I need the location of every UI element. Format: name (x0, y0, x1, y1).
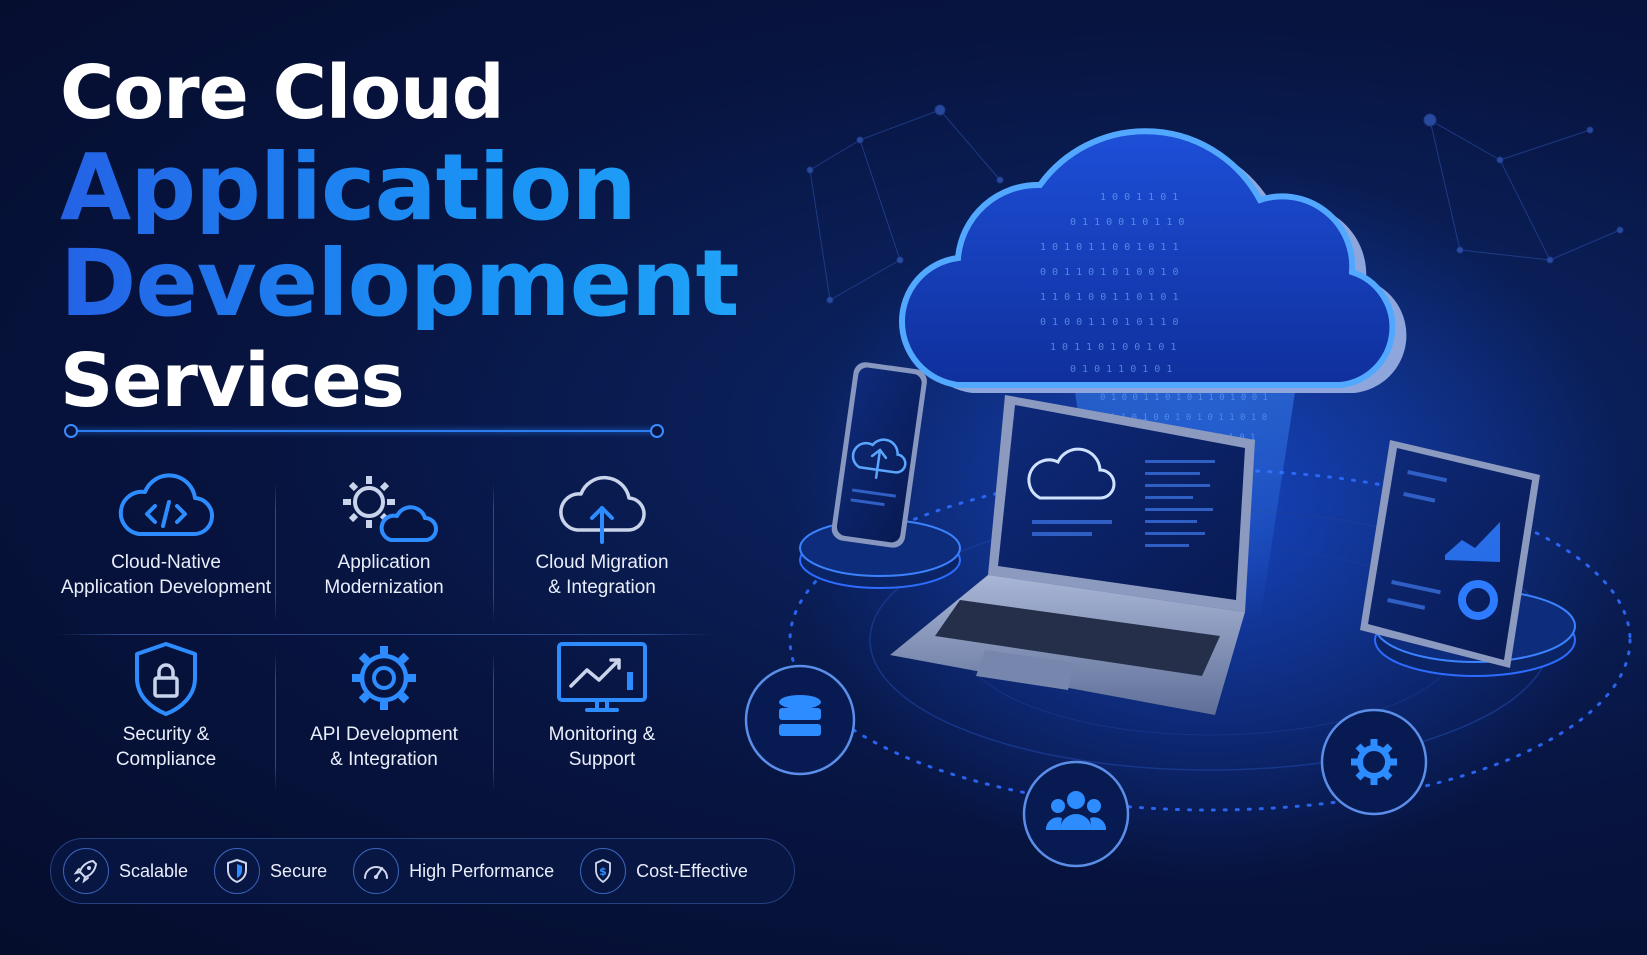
service-label: Monitoring & Support (548, 724, 656, 770)
service-monitoring: Monitoring & Support (492, 640, 712, 772)
benefits-bar: Scalable Secure High Performance $ Cost-… (50, 838, 795, 904)
settings-node (1320, 708, 1428, 816)
services-grid: Cloud-Native Application Development App… (56, 472, 712, 792)
headline-line-1: Core Cloud (60, 50, 505, 136)
svg-text:0 0 1 1 0 1 0 1 0 0 1 0: 0 0 1 1 0 1 0 1 0 0 1 0 (1040, 267, 1178, 278)
headline-line-4: Services (60, 338, 405, 424)
benefit-performance: High Performance (353, 848, 554, 894)
benefit-secure: Secure (214, 848, 327, 894)
svg-text:1 1 0 1 0 0 1 1 0 1 0 1: 1 1 0 1 0 0 1 1 0 1 0 1 (1040, 292, 1178, 303)
svg-text:1 0 0 1 1 0 1: 1 0 0 1 1 0 1 (1100, 192, 1178, 203)
dollar-icon: $ (595, 859, 612, 883)
service-label: Cloud Migration & Integration (535, 552, 669, 598)
headline-divider (64, 424, 664, 438)
benefit-label: Scalable (119, 860, 189, 881)
team-node (1022, 760, 1130, 868)
service-modernization: Application Modernization (274, 472, 494, 600)
svg-text:1 0 1 0 1 1 0 0 1 0 1 1: 1 0 1 0 1 1 0 0 1 0 1 1 (1040, 242, 1178, 253)
benefit-label: Cost-Effective (636, 860, 748, 881)
headline: Core Cloud Application Development Servi… (60, 56, 760, 418)
service-label: Cloud-Native Application Development (60, 552, 272, 598)
cloud-code-icon (118, 473, 215, 537)
service-label: Security & Compliance (115, 724, 217, 770)
rocket-icon (73, 860, 97, 884)
svg-text:0 1 0 1 1 0 1 0 1: 0 1 0 1 1 0 1 0 1 (1070, 364, 1172, 375)
svg-text:0 1 0 0 1 1 0 1 0 1 1 0: 0 1 0 0 1 1 0 1 0 1 1 0 (1040, 317, 1178, 328)
svg-text:0 1 1 0 0 1 0 1 1 0: 0 1 1 0 0 1 0 1 1 0 (1070, 217, 1184, 228)
benefit-label: Secure (270, 860, 328, 881)
cloud-upload-icon (559, 476, 646, 544)
service-cloud-native: Cloud-Native Application Development (56, 472, 276, 600)
cloud-devices-illustration: 1 0 1 1 0 0 1 0 1 1 0 1 0 0 1 1 0 1 0 1 … (744, 104, 1632, 880)
benefit-cost: $ Cost-Effective (580, 848, 748, 894)
headline-line-2: Application (60, 142, 760, 234)
gear-icon (352, 646, 416, 710)
shield-icon (227, 859, 248, 883)
service-security: Security & Compliance (56, 640, 276, 772)
database-node (744, 664, 856, 776)
service-label: API Development & Integration (310, 724, 458, 770)
benefit-label: High Performance (409, 860, 555, 881)
svg-text:$: $ (599, 865, 607, 878)
benefit-scalable: Scalable (63, 848, 188, 894)
headline-line-3: Development (60, 238, 760, 330)
svg-text:0 1 0 0 1 1 0 1 0 1 1 0 1 0 0: 0 1 0 0 1 1 0 1 0 1 1 0 1 0 0 1 (1100, 393, 1268, 403)
svg-text:1 0 1 1 0 1 0 0 1 0 1: 1 0 1 1 0 1 0 0 1 0 1 (1050, 342, 1176, 353)
speedometer-icon (364, 866, 389, 879)
gear-cloud-icon (343, 476, 438, 542)
cloud-graphic: 1 0 0 1 1 0 1 0 1 1 0 0 1 0 1 1 0 1 0 1 … (898, 128, 1407, 393)
service-label: Application Modernization (324, 552, 444, 598)
shield-lock-icon (135, 642, 197, 716)
monitor-chart-icon (557, 642, 647, 712)
service-api: API Development & Integration (274, 640, 494, 772)
service-migration: Cloud Migration & Integration (492, 472, 712, 600)
